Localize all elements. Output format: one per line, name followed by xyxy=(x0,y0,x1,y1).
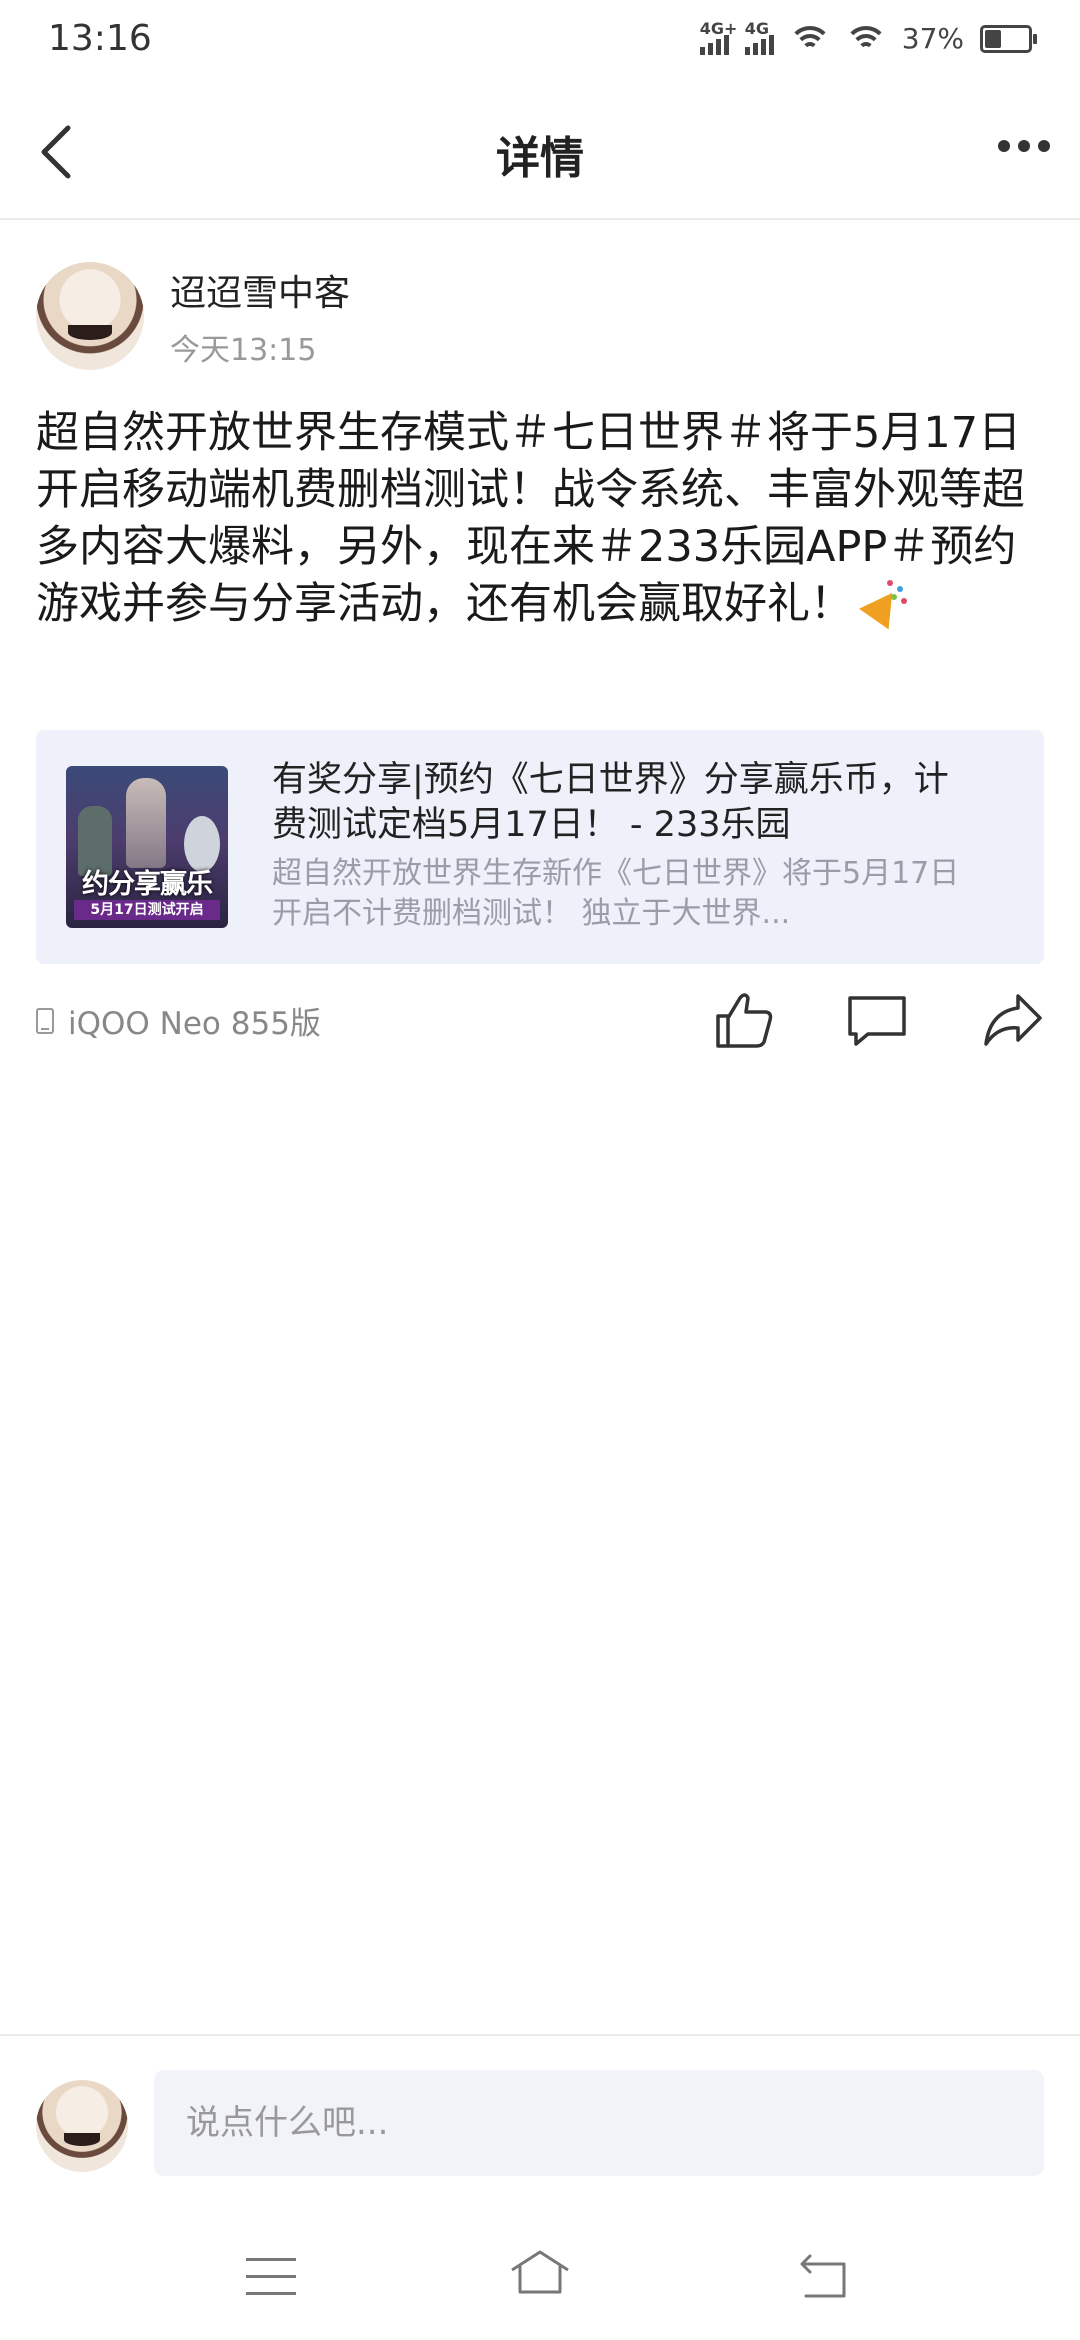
link-title: 有奖分享|预约《七日世界》分享赢乐币，计费测试定档5月17日！ - 233乐园 xyxy=(272,760,949,845)
back-icon[interactable] xyxy=(796,2252,850,2300)
link-card[interactable]: 约分享赢乐 5月17日测试开启 有奖分享|预约《七日世界》分享赢乐币，计费测试定… xyxy=(36,730,1044,964)
battery-fill xyxy=(985,29,1001,48)
link-thumbnail: 约分享赢乐 5月17日测试开启 xyxy=(66,766,228,928)
device-info: iQOO Neo 855版 xyxy=(36,998,321,1043)
avatar[interactable] xyxy=(36,262,144,370)
menu-icon[interactable] xyxy=(246,2258,296,2298)
status-time: 13:16 xyxy=(48,18,152,59)
battery-percent: 37% xyxy=(901,22,964,55)
system-nav-bar xyxy=(0,2220,1080,2340)
post-content: 超自然开放世界生存模式＃七日世界＃将于5月17日开启移动端机费删档测试！战令系统… xyxy=(36,405,1046,633)
home-icon[interactable] xyxy=(508,2244,572,2300)
party-popper-icon xyxy=(861,578,909,626)
comment-input[interactable]: 说点什么吧... xyxy=(154,2070,1044,2176)
signal-label: 4G+ xyxy=(699,18,738,38)
like-icon[interactable] xyxy=(712,990,774,1050)
phone-icon xyxy=(36,1007,54,1034)
avatar xyxy=(36,2080,128,2172)
wifi-icon xyxy=(789,24,830,54)
post-time: 今天13:15 xyxy=(170,333,317,368)
signal-label: 4G xyxy=(744,18,770,38)
page-title: 详情 xyxy=(496,133,584,184)
battery-icon xyxy=(980,24,1037,53)
share-icon[interactable] xyxy=(982,990,1044,1050)
signal-icon: 4G+ xyxy=(699,19,737,55)
device-label: iQOO Neo 855版 xyxy=(68,1006,321,1042)
comment-icon[interactable] xyxy=(846,990,908,1050)
status-bar: 13:16 4G+ 4G 37% xyxy=(0,0,1080,84)
username[interactable]: 迢迢雪中客 xyxy=(170,264,350,316)
divider xyxy=(0,2034,1080,2036)
thumbnail-title: 约分享赢乐 xyxy=(82,869,213,900)
thumbnail-subtitle: 5月17日测试开启 xyxy=(74,900,220,920)
wifi-icon xyxy=(845,24,886,54)
link-description: 超自然开放世界生存新作《七日世界》将于5月17日开启不计费删档测试！ 独立于大世… xyxy=(272,856,960,931)
signal-icon: 4G xyxy=(744,19,774,55)
status-icons: 4G+ 4G 37% xyxy=(699,19,1037,55)
top-nav-bar: 详情 xyxy=(0,84,1080,220)
more-icon[interactable] xyxy=(998,140,1050,152)
